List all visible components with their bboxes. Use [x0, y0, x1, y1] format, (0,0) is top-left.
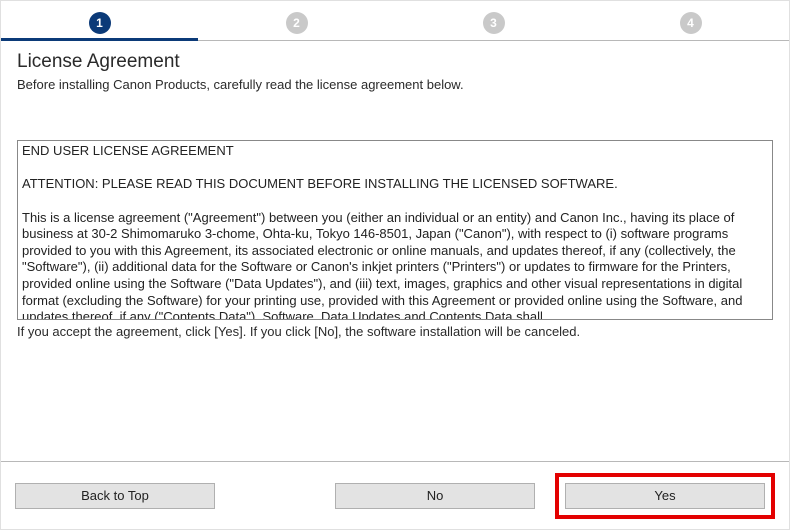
step-1: 1	[1, 12, 198, 34]
step-indicator: 1 2 3 4	[1, 1, 789, 41]
page-title: License Agreement	[17, 51, 773, 73]
step-4-circle: 4	[680, 12, 702, 34]
step-2-circle: 2	[286, 12, 308, 34]
step-3: 3	[395, 12, 592, 34]
yes-highlight-box: Yes	[555, 473, 775, 519]
active-step-underline	[1, 38, 198, 41]
accept-note: If you accept the agreement, click [Yes]…	[17, 324, 773, 339]
page-subtitle: Before installing Canon Products, carefu…	[17, 77, 773, 92]
yes-button[interactable]: Yes	[565, 483, 765, 509]
installer-wizard: 1 2 3 4 License Agreement Before install…	[0, 0, 790, 530]
step-1-circle: 1	[89, 12, 111, 34]
license-text-area[interactable]	[17, 140, 773, 320]
back-to-top-button[interactable]: Back to Top	[15, 483, 215, 509]
no-button[interactable]: No	[335, 483, 535, 509]
step-4: 4	[592, 12, 789, 34]
step-3-circle: 3	[483, 12, 505, 34]
content-area: License Agreement Before installing Cano…	[1, 41, 789, 461]
footer-bar: Back to Top No Yes	[1, 461, 789, 529]
step-2: 2	[198, 12, 395, 34]
